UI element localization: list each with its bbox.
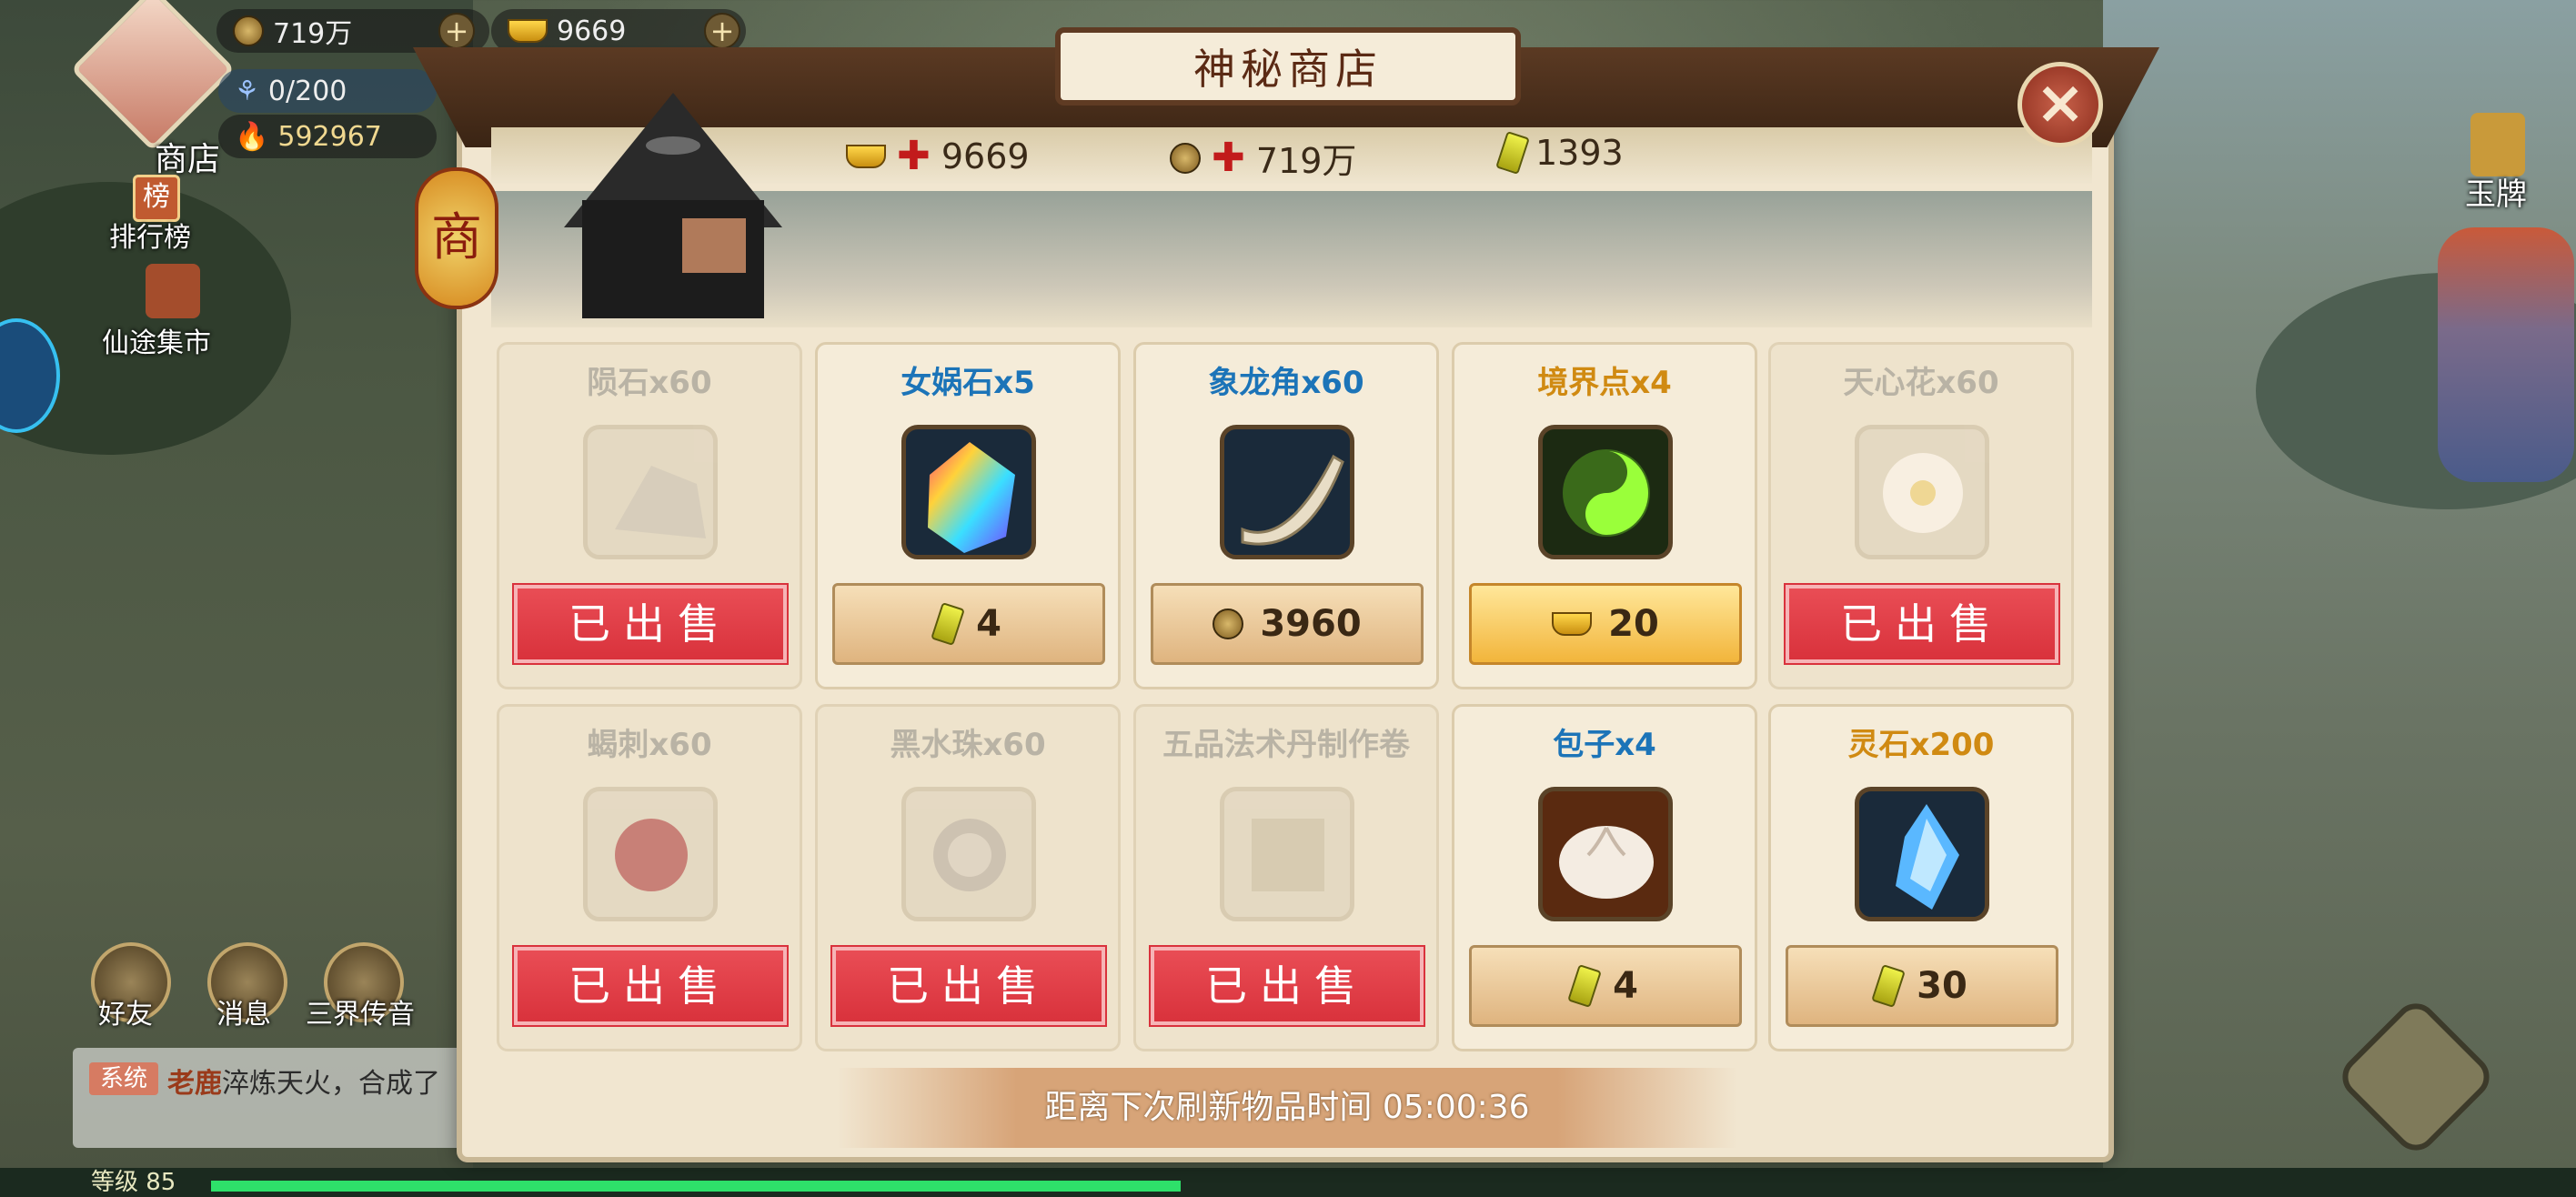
chat-message: 老鹿淬炼天火，合成了 [167, 1061, 468, 1101]
stamina-counter: ⚘ 0/200 [218, 69, 437, 113]
item-price: 3960 [1260, 603, 1362, 645]
shop-item-card[interactable]: 境界点x4 20 [1452, 342, 1757, 689]
scroll-icon[interactable] [1220, 787, 1354, 921]
shop-item-card[interactable]: 五品法术丹制作卷已出售 [1133, 704, 1439, 1051]
buy-button[interactable]: 3960 [1151, 583, 1424, 665]
item-price: 4 [976, 603, 1001, 645]
sold-out-stamp: 已出售 [1786, 585, 2058, 663]
rank-label[interactable]: 排行榜 [109, 215, 191, 255]
buy-button[interactable]: 30 [1786, 945, 2058, 1027]
currency-coin: ✚ 719万 [1170, 133, 1356, 183]
sold-out-stamp: 已出售 [832, 947, 1105, 1025]
spirit-stone-icon[interactable] [1855, 787, 1989, 921]
shop-item-card[interactable]: 灵石x200 30 [1768, 704, 2074, 1051]
buy-button[interactable]: 4 [832, 583, 1105, 665]
level-label: 等级 85 [91, 1169, 176, 1196]
refresh-label: 距离下次刷新物品时间 [1044, 1089, 1373, 1126]
market-label[interactable]: 仙途集市 [102, 320, 211, 360]
add-coin-button[interactable]: + [438, 13, 475, 49]
item-name: 黑水珠x60 [890, 727, 1046, 763]
chat-sender: 老鹿 [167, 1068, 222, 1100]
power-value: 592967 [277, 120, 382, 153]
shop-item-card[interactable]: 女娲石x5 4 [815, 342, 1121, 689]
item-name: 灵石x200 [1847, 727, 1995, 763]
merchant-portrait [546, 91, 800, 318]
shop-lantern-icon: 商 [415, 167, 498, 309]
sold-out-stamp: 已出售 [514, 947, 787, 1025]
item-name: 五品法术丹制作卷 [1162, 727, 1410, 763]
coin-value: 719万 [273, 18, 353, 50]
item-price: 20 [1608, 603, 1659, 645]
shop-item-card[interactable]: 蝎刺x60 已出售 [497, 704, 802, 1051]
shop-label: 商店 [155, 141, 221, 178]
item-name: 陨石x60 [587, 365, 712, 401]
shop-item-card[interactable]: 包子x4 4 [1452, 704, 1757, 1051]
shop-item-card[interactable]: 黑水珠x60 已出售 [815, 704, 1121, 1051]
dragon-horn-icon[interactable] [1220, 425, 1354, 559]
npc-character[interactable] [2438, 227, 2574, 482]
currency-jade: 1393 [1495, 131, 1624, 175]
close-icon[interactable]: × [2018, 62, 2103, 147]
coin-icon [1213, 609, 1244, 639]
market-icon[interactable] [146, 264, 200, 318]
scorpion-sting-icon[interactable] [583, 787, 718, 921]
item-name: 象龙角x60 [1208, 365, 1364, 401]
ingot-value: 9669 [557, 15, 627, 47]
item-name: 女娲石x5 [901, 365, 1035, 401]
stamina-value: 0/200 [267, 75, 347, 107]
add-ingot-icon[interactable]: ✚ [897, 133, 931, 179]
buy-button[interactable]: 4 [1469, 945, 1742, 1027]
black-pearl-icon[interactable] [901, 787, 1036, 921]
add-ingot-button[interactable]: + [704, 13, 740, 49]
currency-ingot: ✚ 9669 [846, 133, 1030, 179]
messages-label[interactable]: 消息 [216, 991, 271, 1031]
coin-amount: 719万 [1255, 141, 1357, 181]
dialog-title: 神秘商店 [1055, 27, 1521, 106]
shop-item-card[interactable]: 象龙角x60 3960 [1133, 342, 1439, 689]
realm-point-icon[interactable] [1538, 425, 1673, 559]
refresh-time: 05:00:36 [1382, 1089, 1530, 1126]
shop-item-card[interactable]: 天心花x60 已出售 [1768, 342, 2074, 689]
chat-system-tag: 系统 [89, 1062, 158, 1095]
nuwa-stone-icon[interactable] [901, 425, 1036, 559]
jade-token-icon [1567, 964, 1602, 1008]
sold-out-stamp: 已出售 [1151, 947, 1424, 1025]
add-coin-icon[interactable]: ✚ [1212, 135, 1245, 181]
realm-chat-label[interactable]: 三界传音 [306, 991, 415, 1031]
item-name: 包子x4 [1553, 727, 1656, 763]
buy-button[interactable]: 20 [1469, 583, 1742, 665]
jade-tablet-icon[interactable] [2470, 113, 2525, 176]
stamina-icon: ⚘ [235, 75, 259, 107]
coin-icon [233, 15, 264, 46]
gold-ingot-icon [1552, 612, 1593, 636]
jade-tablet-label[interactable]: 玉牌 [2465, 169, 2527, 214]
jade-token-icon [931, 602, 965, 646]
flower-icon[interactable] [1855, 425, 1989, 559]
item-name: 天心花x60 [1843, 365, 1999, 401]
experience-fill [211, 1181, 1181, 1192]
ingot-amount: 9669 [941, 136, 1030, 176]
gold-ingot-icon [846, 144, 886, 168]
jade-token-icon [1495, 131, 1530, 175]
chat-text: 淬炼天火，合成了 [222, 1068, 440, 1100]
meteorite-icon[interactable] [583, 425, 718, 559]
refresh-timer: 距离下次刷新物品时间 05:00:36 [837, 1068, 1737, 1148]
item-name: 蝎刺x60 [587, 727, 712, 763]
item-price: 4 [1613, 965, 1638, 1007]
coin-icon [1170, 142, 1201, 174]
power-counter: 🔥 592967 [218, 115, 437, 158]
bun-icon[interactable] [1538, 787, 1673, 921]
jade-token-icon [1871, 964, 1907, 1008]
gold-ingot-icon [508, 19, 548, 43]
shop-item-card[interactable]: 陨石x60 已出售 [497, 342, 802, 689]
friends-label[interactable]: 好友 [98, 991, 153, 1031]
item-name: 境界点x4 [1537, 365, 1672, 401]
sold-out-stamp: 已出售 [514, 585, 787, 663]
item-price: 30 [1917, 965, 1967, 1007]
power-icon: 🔥 [235, 120, 269, 153]
jade-amount: 1393 [1535, 133, 1624, 173]
